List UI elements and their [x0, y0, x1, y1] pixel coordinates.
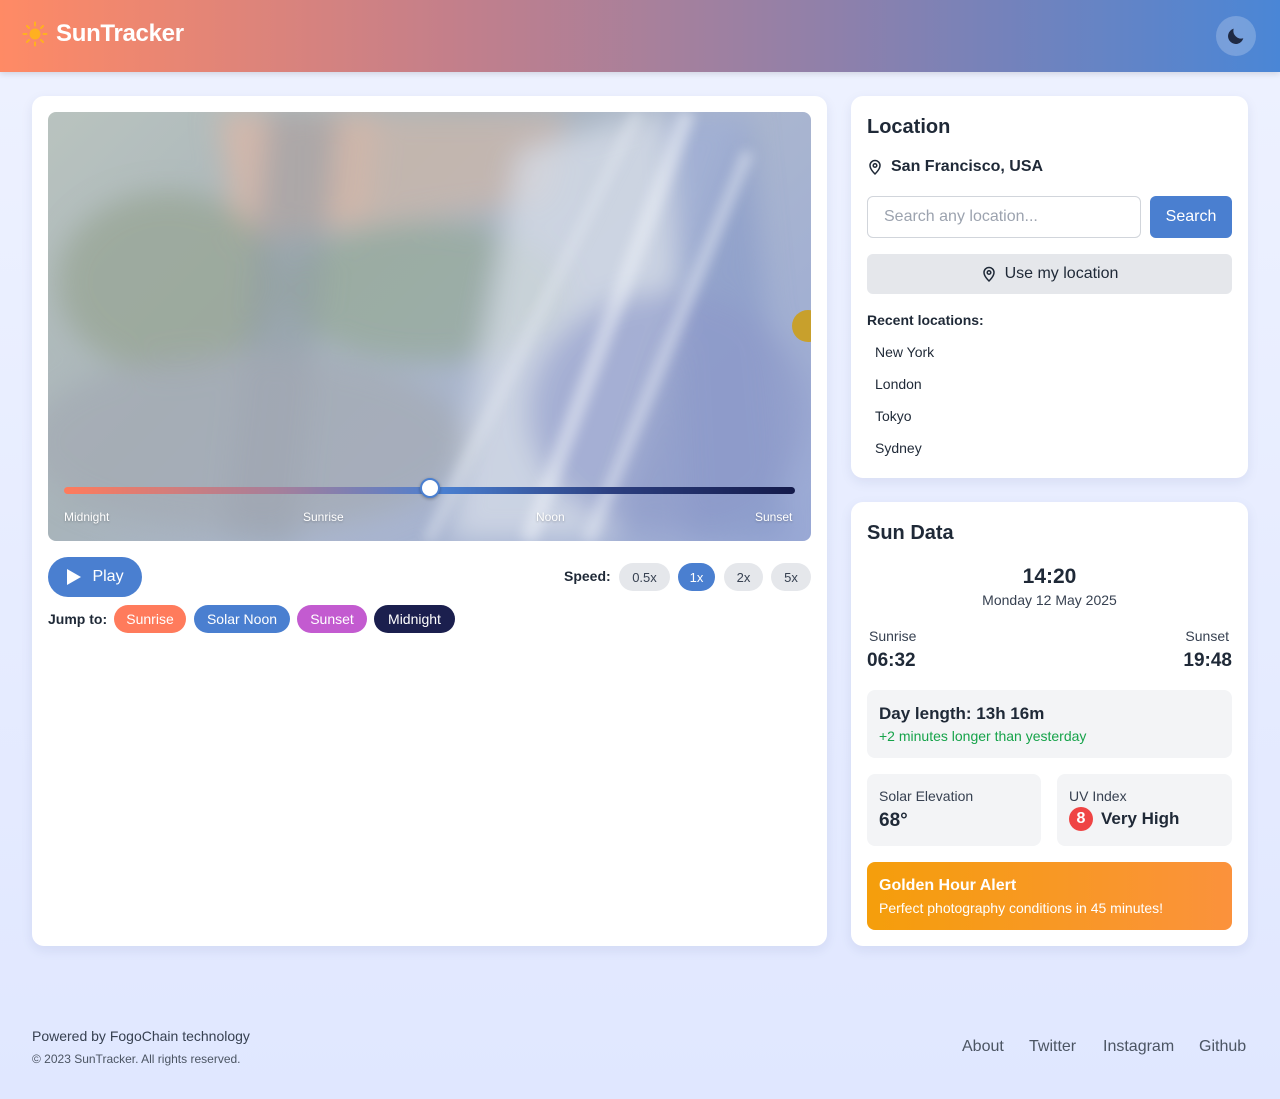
- sunrise-time: 06:32: [867, 650, 916, 671]
- play-icon: [67, 569, 82, 585]
- uv-index-badge: 8: [1069, 807, 1093, 831]
- uv-index-level: Very High: [1101, 809, 1180, 828]
- day-length-change: +2 minutes longer than yesterday: [879, 728, 1087, 744]
- moon-icon: [1228, 28, 1244, 44]
- recent-locations-label: Recent locations:: [867, 312, 984, 328]
- scene-background: [48, 112, 811, 541]
- tick-noon: Noon: [536, 510, 565, 524]
- jump-solar-noon-button[interactable]: Solar Noon: [194, 605, 290, 633]
- brand[interactable]: SunTracker: [22, 20, 184, 48]
- current-date: Monday 12 May 2025: [982, 592, 1117, 608]
- location-title: Location: [867, 116, 951, 138]
- day-length: Day length: 13h 16m: [879, 704, 1045, 723]
- brand-name: SunTracker: [56, 20, 184, 47]
- speed-5x-button[interactable]: 5x: [771, 563, 811, 591]
- sun-data-title: Sun Data: [867, 522, 954, 544]
- footer-link-github[interactable]: Github: [1199, 1038, 1246, 1056]
- timeline-slider-thumb[interactable]: [419, 478, 440, 498]
- speed-1x-button[interactable]: 1x: [678, 563, 715, 591]
- tick-sunset: Sunset: [755, 510, 793, 524]
- location-card: Location San Francisco, USA Search Use m…: [851, 96, 1248, 478]
- play-label: Play: [92, 568, 124, 585]
- jump-midnight-button[interactable]: Midnight: [374, 605, 455, 633]
- recent-location-item[interactable]: Tokyo: [875, 408, 912, 424]
- footer-link-about[interactable]: About: [962, 1038, 1004, 1056]
- golden-hour-alert: Golden Hour Alert Perfect photography co…: [867, 862, 1232, 930]
- recent-location-item[interactable]: Sydney: [875, 440, 922, 456]
- golden-hour-text: Perfect photography conditions in 45 min…: [879, 900, 1164, 916]
- speed-2x-button[interactable]: 2x: [724, 563, 763, 591]
- footer-link-twitter[interactable]: Twitter: [1029, 1038, 1076, 1056]
- use-my-location-button[interactable]: Use my location: [867, 254, 1232, 294]
- sunset-label: Sunset: [1185, 628, 1229, 644]
- recent-location-item[interactable]: New York: [875, 344, 934, 360]
- map-pin-icon: [982, 266, 995, 282]
- sun-icon: [22, 21, 48, 47]
- solar-elevation-label: Solar Elevation: [879, 788, 974, 804]
- search-button[interactable]: Search: [1150, 196, 1232, 238]
- theme-toggle-button[interactable]: [1216, 16, 1256, 56]
- app-header: SunTracker: [0, 0, 1280, 72]
- location-search-input[interactable]: [867, 196, 1141, 238]
- sun-visualization-card: Midnight Sunrise Noon Sunset Play Speed:…: [32, 96, 827, 946]
- solar-elevation-box: Solar Elevation 68°: [867, 774, 1041, 846]
- sun-visualization: Midnight Sunrise Noon Sunset: [48, 112, 811, 541]
- recent-location-item[interactable]: London: [875, 376, 922, 392]
- jump-sunset-button[interactable]: Sunset: [297, 605, 367, 633]
- sunrise-label: Sunrise: [869, 628, 917, 644]
- speed-0.5x-button[interactable]: 0.5x: [619, 563, 670, 591]
- solar-elevation-value: 68°: [879, 810, 908, 831]
- jump-sunrise-button[interactable]: Sunrise: [114, 605, 186, 633]
- sun-data-card: Sun Data 14:20 Monday 12 May 2025 Sunris…: [851, 502, 1248, 946]
- uv-index-label: UV Index: [1069, 788, 1127, 804]
- footer-link-instagram[interactable]: Instagram: [1103, 1038, 1174, 1056]
- sun-marker: [792, 310, 811, 342]
- footer-copyright: © 2023 SunTracker. All rights reserved.: [32, 1052, 241, 1066]
- footer-powered-by: Powered by FogoChain technology: [32, 1028, 250, 1044]
- play-button[interactable]: Play: [48, 557, 142, 597]
- uv-index-box: UV Index 8 Very High: [1057, 774, 1232, 846]
- sunset-time: 19:48: [1183, 650, 1232, 671]
- speed-label: Speed:: [564, 568, 611, 584]
- golden-hour-title: Golden Hour Alert: [879, 877, 1017, 894]
- jump-label: Jump to:: [48, 611, 108, 627]
- tick-midnight: Midnight: [64, 510, 110, 524]
- map-pin-icon: [869, 159, 881, 175]
- current-location-name: San Francisco, USA: [891, 158, 1044, 175]
- use-my-location-label: Use my location: [1004, 265, 1119, 282]
- tick-sunrise: Sunrise: [303, 510, 344, 524]
- day-length-box: Day length: 13h 16m +2 minutes longer th…: [867, 690, 1232, 758]
- current-location: San Francisco, USA: [867, 158, 1043, 176]
- current-time: 14:20: [1022, 565, 1077, 588]
